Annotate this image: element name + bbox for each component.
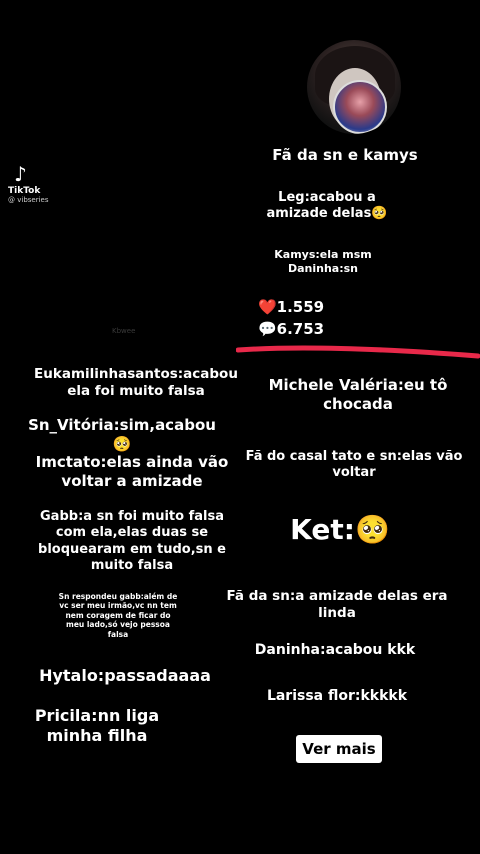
- tiktok-brand: TikTok: [8, 186, 41, 196]
- faint-watermark: Kbwee: [112, 327, 136, 335]
- comment-right-3: Ket:🥺: [290, 513, 390, 546]
- comment-right-2: Fã do casal tato e sn:elas vão voltar: [245, 449, 463, 481]
- comment-right-5: Daninha:acabou kkk: [254, 642, 416, 658]
- tiktok-handle: @ vibseries: [8, 196, 49, 204]
- see-more-button[interactable]: Ver mais: [296, 735, 382, 763]
- comment-left-4: Gabb:a sn foi muito falsa com ela,elas d…: [38, 509, 226, 573]
- likes-count[interactable]: ❤️1.559: [258, 298, 324, 316]
- avatar-inset-photo: [333, 80, 387, 134]
- tiktok-icon: ♪: [14, 162, 27, 186]
- post-title: Fã da sn e kamys: [272, 146, 418, 164]
- red-underline-stroke: [236, 345, 480, 359]
- comment-right-1: Michele Valéria:eu tô chocada: [268, 376, 448, 413]
- comment-right-6: Larissa flor:kkkkk: [266, 688, 408, 704]
- post-line-leg: Leg:acabou a amizade delas🥺: [266, 190, 388, 222]
- comment-left-7: Pricila:nn liga minha filha: [34, 706, 160, 745]
- post-line-kamys: Kamys:ela msm Daninha:sn: [274, 248, 372, 275]
- profile-avatar[interactable]: [307, 40, 401, 134]
- tiktok-watermark: ♪ TikTok @ vibseries: [8, 162, 68, 204]
- comment-left-2: Sn_Vitória:sim,acabou🥺: [28, 416, 216, 453]
- comment-right-4: Fã da sn:a amizade delas era linda: [226, 588, 448, 621]
- comment-left-5: Sn respondeu gabb:além de vc ser meu irm…: [58, 592, 178, 639]
- comments-count[interactable]: 💬6.753: [258, 320, 324, 338]
- comment-left-1: Eukamilinhasantos:acabou ela foi muito f…: [34, 366, 238, 399]
- comment-left-6: Hytalo:passadaaaa: [39, 666, 211, 685]
- comment-left-3: Imctato:elas ainda vão voltar a amizade: [35, 453, 229, 490]
